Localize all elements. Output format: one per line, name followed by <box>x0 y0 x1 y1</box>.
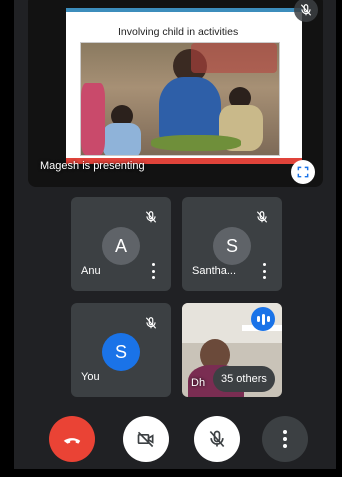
more-options-icon[interactable] <box>149 263 157 279</box>
more-vert-icon <box>283 430 287 448</box>
avatar: A <box>102 227 140 265</box>
slide-title: Involving child in activities <box>118 26 239 38</box>
slide-top-bar <box>66 8 302 12</box>
right-edge <box>336 0 342 477</box>
end-call-icon <box>63 438 81 444</box>
camera-off-icon <box>137 431 154 448</box>
mic-off-icon <box>209 430 225 448</box>
left-edge <box>0 0 14 477</box>
speaking-indicator-icon <box>251 307 275 331</box>
more-options-button[interactable] <box>262 416 308 462</box>
presentation-tile[interactable]: Involving child in activities Magesh is … <box>28 0 323 187</box>
shared-slide: Involving child in activities <box>66 8 302 164</box>
mic-off-icon <box>141 207 161 227</box>
leave-call-button[interactable] <box>49 416 95 462</box>
participant-name: Santha... <box>192 265 237 277</box>
mic-toggle-button[interactable] <box>194 416 240 462</box>
mic-off-icon <box>252 207 272 227</box>
presenter-label: Magesh is presenting <box>40 160 145 172</box>
fullscreen-icon <box>297 166 309 178</box>
avatar: S <box>102 333 140 371</box>
camera-toggle-button[interactable] <box>123 416 169 462</box>
avatar: S <box>213 227 251 265</box>
fullscreen-button[interactable] <box>291 160 315 184</box>
mic-off-icon <box>141 313 161 333</box>
bottom-edge <box>0 469 342 477</box>
slide-photo <box>80 42 280 156</box>
participant-tile-santha[interactable]: S Santha... <box>182 197 282 291</box>
others-count-badge[interactable]: 35 others <box>213 366 275 392</box>
participant-name: Anu <box>81 265 101 277</box>
participant-tile-anu[interactable]: A Anu <box>71 197 171 291</box>
more-options-icon[interactable] <box>260 263 268 279</box>
participant-name: Dh <box>191 377 206 389</box>
participant-name: You <box>81 371 100 383</box>
participant-tile-you[interactable]: S You <box>71 303 171 397</box>
